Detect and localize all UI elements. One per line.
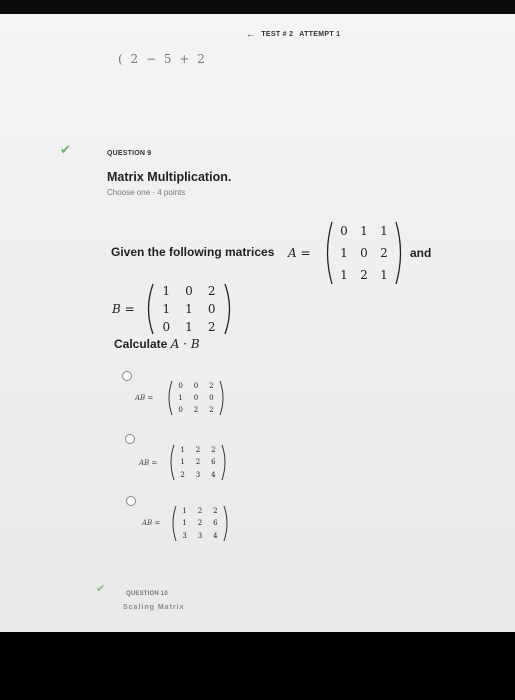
matrix-cell: 1 <box>360 224 368 238</box>
option-1-grid: 0 0 2 1 0 0 0 2 2 <box>173 380 219 416</box>
matrix-cell: 0 <box>185 284 193 298</box>
right-paren-icon <box>224 283 231 335</box>
matrix-cell: 1 <box>180 446 185 455</box>
matrix-cell: 2 <box>207 320 216 334</box>
matrix-cell: 2 <box>211 446 216 455</box>
option-2-label: AB = <box>139 459 158 467</box>
question-title: Matrix Multiplication. <box>107 170 232 184</box>
matrix-cell: 0 <box>360 246 368 260</box>
left-paren-icon <box>147 283 154 335</box>
right-paren-icon <box>221 444 226 481</box>
right-paren-icon <box>219 380 224 416</box>
matrix-a-label: A = <box>288 246 311 260</box>
matrix-cell: 2 <box>380 246 388 260</box>
matrix-cell: 0 <box>340 224 348 238</box>
matrix-cell: 6 <box>211 458 216 467</box>
matrix-cell: 3 <box>182 531 187 540</box>
matrix-cell: 1 <box>180 458 185 467</box>
option-1-radio[interactable] <box>122 371 132 381</box>
matrix-cell: 0 <box>209 394 214 402</box>
previous-question-cutoff: ( 2 − 5 + 2 <box>118 52 207 66</box>
calculate-prompt: Calculate A · B <box>114 337 200 351</box>
quiz-screen: ← TEST # 2 ATTEMPT 1 ( 2 − 5 + 2 ✔ QUEST… <box>0 0 515 632</box>
matrix-cell: 3 <box>195 470 201 479</box>
matrix-cell: 2 <box>195 458 201 467</box>
answered-check-icon: ✔ <box>96 583 106 595</box>
matrix-cell: 1 <box>178 394 183 402</box>
matrix-cell: 2 <box>197 519 203 528</box>
and-text: and <box>410 246 432 260</box>
calculate-text: Calculate <box>114 337 168 351</box>
left-paren-icon <box>326 221 333 285</box>
matrix-cell: 1 <box>182 519 187 528</box>
screen-top-edge <box>0 0 515 14</box>
matrix-cell: 2 <box>180 470 185 479</box>
answered-check-icon: ✔ <box>60 142 71 157</box>
option-1-matrix[interactable]: 0 0 2 1 0 0 0 2 2 <box>166 380 226 416</box>
left-paren-icon <box>168 380 173 416</box>
option-2-matrix[interactable]: 1 2 2 1 2 6 2 3 4 <box>168 444 228 481</box>
matrix-cell: 1 <box>185 320 193 334</box>
matrix-cell: 0 <box>193 394 199 402</box>
question-meta: Choose one · 4 points <box>107 188 186 197</box>
matrix-cell: 2 <box>213 507 218 516</box>
matrix-cell: 0 <box>178 382 183 390</box>
matrix-b-label: B = <box>112 302 135 316</box>
option-3-label: AB = <box>142 519 161 527</box>
matrix-cell: 1 <box>162 284 171 298</box>
matrix-cell: 0 <box>162 320 171 334</box>
question-prompt: Given the following matrices <box>111 245 274 259</box>
right-paren-icon <box>223 505 228 542</box>
matrix-cell: 1 <box>380 268 388 282</box>
matrix-cell: 2 <box>209 406 214 414</box>
calculate-expression: A · B <box>170 337 200 351</box>
option-2-grid: 1 2 2 1 2 6 2 3 4 <box>175 444 221 481</box>
test-navigation[interactable]: ← TEST # 2 ATTEMPT 1 <box>246 29 340 39</box>
next-question-title: Scaling Matrix <box>123 604 185 611</box>
matrix-cell: 6 <box>213 519 218 528</box>
matrix-a-grid: 0 1 1 1 0 2 1 2 1 <box>334 220 394 286</box>
matrix-cell: 4 <box>211 470 216 479</box>
option-3-matrix[interactable]: 1 2 2 1 2 6 3 3 4 <box>170 505 230 542</box>
matrix-cell: 2 <box>360 268 368 282</box>
question-number: QUESTION 9 <box>107 150 152 157</box>
matrix-cell: 1 <box>182 507 187 516</box>
matrix-cell: 2 <box>195 446 201 455</box>
matrix-cell: 1 <box>185 302 193 316</box>
matrix-cell: 2 <box>207 284 216 298</box>
matrix-b: 1 0 2 1 1 0 0 1 2 <box>143 282 235 336</box>
matrix-a: 0 1 1 1 0 2 1 2 1 <box>322 220 406 286</box>
matrix-cell: 2 <box>193 406 199 414</box>
given-text: Given the following matrices <box>111 245 275 259</box>
matrix-cell: 4 <box>213 531 218 540</box>
matrix-cell: 3 <box>197 531 203 540</box>
option-3-radio[interactable] <box>126 496 136 506</box>
matrix-cell: 0 <box>207 302 216 316</box>
matrix-cell: 0 <box>193 382 199 390</box>
right-paren-icon <box>395 221 402 285</box>
attempt-label: ATTEMPT 1 <box>299 30 341 38</box>
matrix-cell: 1 <box>340 268 348 282</box>
matrix-cell: 1 <box>380 224 388 238</box>
option-2-radio[interactable] <box>125 434 135 444</box>
next-question-number: QUESTION 10 <box>126 591 168 597</box>
test-label: TEST # 2 <box>261 30 294 38</box>
left-paren-icon <box>170 444 175 481</box>
matrix-cell: 1 <box>162 302 171 316</box>
option-3-grid: 1 2 2 1 2 6 3 3 4 <box>177 505 223 542</box>
back-arrow-icon[interactable]: ← <box>246 29 255 39</box>
left-paren-icon <box>172 505 177 542</box>
matrix-cell: 0 <box>178 406 183 414</box>
matrix-cell: 2 <box>209 382 214 390</box>
matrix-cell: 2 <box>197 507 203 516</box>
matrix-cell: 1 <box>340 246 348 260</box>
option-1-label: AB = <box>135 394 154 402</box>
matrix-b-grid: 1 0 2 1 1 0 0 1 2 <box>155 282 223 336</box>
